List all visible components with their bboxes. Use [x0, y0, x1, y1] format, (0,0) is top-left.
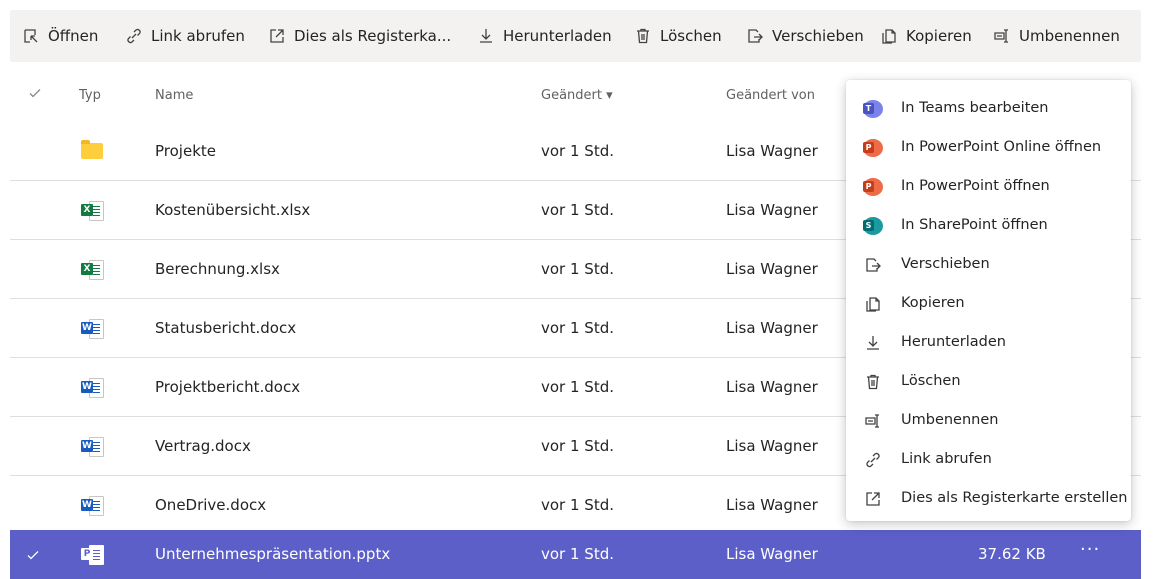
file-name[interactable]: Projekte — [155, 142, 216, 160]
teams-icon: T — [862, 99, 884, 119]
powerpoint-icon: P — [862, 138, 884, 158]
menu-item-move[interactable]: Verschieben — [846, 246, 1131, 285]
menu-item-delete[interactable]: Löschen — [846, 363, 1131, 402]
powerpoint-icon: P — [79, 543, 104, 565]
trash-icon — [862, 372, 884, 392]
file-modified-by: Lisa Wagner — [726, 378, 818, 396]
file-modified: vor 1 Std. — [541, 545, 614, 563]
link-icon — [862, 450, 884, 470]
row-checkbox[interactable] — [26, 547, 40, 566]
copy-icon — [862, 294, 884, 314]
tab-icon — [268, 27, 286, 45]
file-modified: vor 1 Std. — [541, 142, 614, 160]
file-modified-by: Lisa Wagner — [726, 496, 818, 514]
command-toolbar: Öffnen Link abrufen Dies als Registerka.… — [10, 10, 1141, 62]
file-modified: vor 1 Std. — [541, 437, 614, 455]
excel-icon: X — [79, 199, 104, 221]
delete-button[interactable]: Löschen — [634, 10, 722, 62]
copy-button[interactable]: Kopieren — [880, 10, 972, 62]
file-name[interactable]: Berechnung.xlsx — [155, 260, 280, 278]
download-icon — [862, 333, 884, 353]
checkmark-icon — [29, 89, 41, 98]
word-icon: W — [79, 317, 104, 339]
powerpoint-icon: P — [862, 177, 884, 197]
context-menu: T In Teams bearbeiten P In PowerPoint On… — [846, 80, 1131, 521]
menu-item-download[interactable]: Herunterladen — [846, 324, 1131, 363]
link-icon — [125, 27, 143, 45]
add-as-tab-button[interactable]: Dies als Registerka... — [268, 10, 451, 62]
menu-item-get-link[interactable]: Link abrufen — [846, 441, 1131, 480]
trash-icon — [634, 27, 652, 45]
menu-item-open-powerpoint-online[interactable]: P In PowerPoint Online öffnen — [846, 129, 1131, 168]
file-size: 37.62 KB — [978, 545, 1046, 563]
word-icon: W — [79, 494, 104, 516]
tab-icon — [862, 489, 884, 509]
more-options-button[interactable]: ··· — [1080, 539, 1100, 560]
file-name[interactable]: Statusbericht.docx — [155, 319, 296, 337]
checkmark-icon — [27, 551, 39, 560]
file-name[interactable]: OneDrive.docx — [155, 496, 266, 514]
file-modified: vor 1 Std. — [541, 201, 614, 219]
menu-item-edit-in-teams[interactable]: T In Teams bearbeiten — [846, 90, 1131, 129]
file-modified: vor 1 Std. — [541, 496, 614, 514]
file-modified-by: Lisa Wagner — [726, 437, 818, 455]
file-name[interactable]: Vertrag.docx — [155, 437, 251, 455]
menu-item-add-as-tab[interactable]: Dies als Registerkarte erstellen — [846, 480, 1131, 519]
download-icon — [477, 27, 495, 45]
file-name[interactable]: Kostenübersicht.xlsx — [155, 201, 310, 219]
folder-icon — [79, 140, 103, 162]
file-modified-by: Lisa Wagner — [726, 201, 818, 219]
file-modified: vor 1 Std. — [541, 378, 614, 396]
move-icon — [746, 27, 764, 45]
column-modified-by[interactable]: Geändert von — [726, 88, 815, 103]
rename-icon — [993, 27, 1011, 45]
select-all-checkbox[interactable] — [28, 86, 42, 104]
move-icon — [862, 255, 884, 275]
file-modified-by: Lisa Wagner — [726, 260, 818, 278]
copy-icon — [880, 27, 898, 45]
menu-item-open-powerpoint[interactable]: P In PowerPoint öffnen — [846, 168, 1131, 207]
file-modified: vor 1 Std. — [541, 260, 614, 278]
rename-button[interactable]: Umbenennen — [993, 10, 1120, 62]
get-link-button[interactable]: Link abrufen — [125, 10, 245, 62]
sharepoint-icon: S — [862, 216, 884, 236]
open-button[interactable]: Öffnen — [22, 10, 98, 62]
file-modified-by: Lisa Wagner — [726, 319, 818, 337]
column-name[interactable]: Name — [155, 88, 193, 103]
file-row-unternehmenspraesentation[interactable]: P Unternehmespräsentation.pptx vor 1 Std… — [10, 530, 1141, 579]
move-button[interactable]: Verschieben — [746, 10, 864, 62]
menu-item-copy[interactable]: Kopieren — [846, 285, 1131, 324]
file-modified-by: Lisa Wagner — [726, 142, 818, 160]
excel-icon: X — [79, 258, 104, 280]
word-icon: W — [79, 435, 104, 457]
column-type[interactable]: Typ — [79, 88, 101, 103]
rename-icon — [862, 411, 884, 431]
file-modified: vor 1 Std. — [541, 319, 614, 337]
column-modified[interactable]: Geändert ▾ — [541, 88, 613, 103]
file-name[interactable]: Unternehmespräsentation.pptx — [155, 545, 390, 563]
download-button[interactable]: Herunterladen — [477, 10, 612, 62]
open-icon — [22, 27, 40, 45]
menu-item-open-sharepoint[interactable]: S In SharePoint öffnen — [846, 207, 1131, 246]
file-name[interactable]: Projektbericht.docx — [155, 378, 300, 396]
menu-item-rename[interactable]: Umbenennen — [846, 402, 1131, 441]
word-icon: W — [79, 376, 104, 398]
file-modified-by: Lisa Wagner — [726, 545, 818, 563]
